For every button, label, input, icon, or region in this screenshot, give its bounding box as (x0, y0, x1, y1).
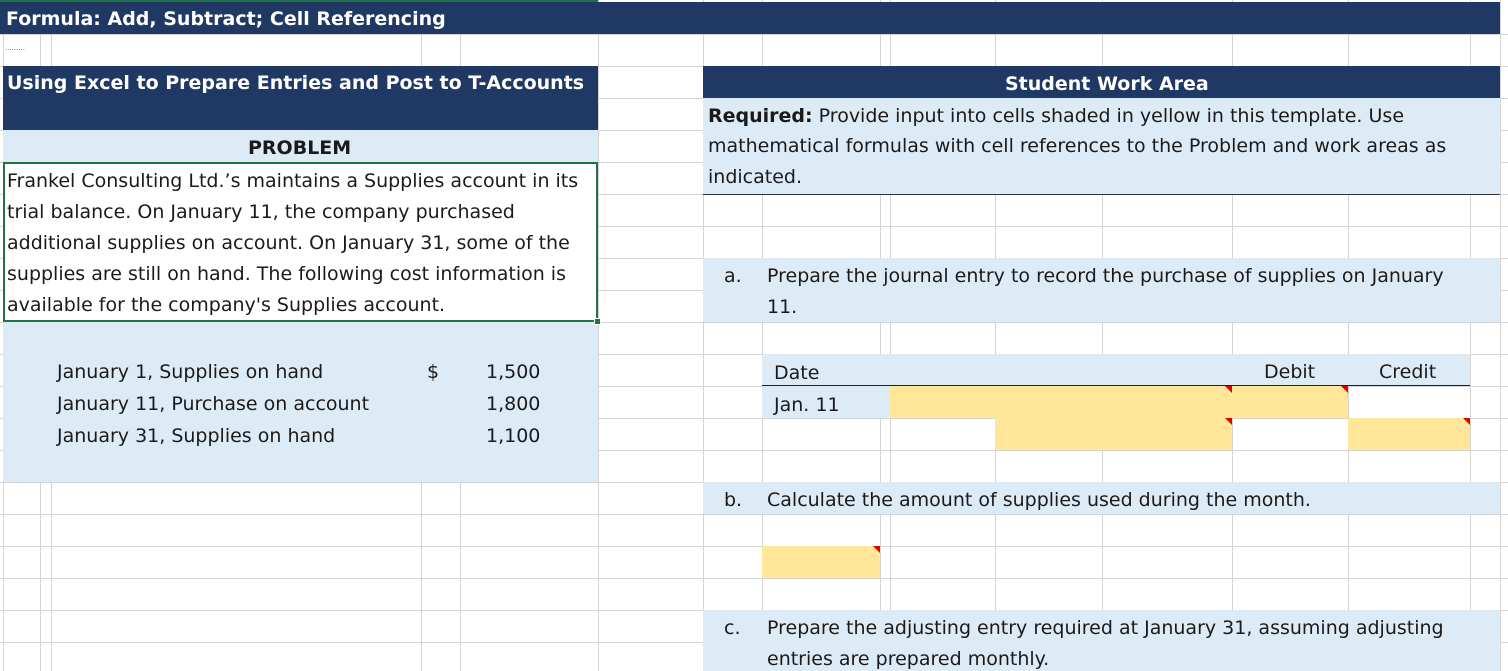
sheet-title-bar[interactable]: Formula: Add, Subtract; Cell Referencing (0, 2, 1500, 34)
required-text: mathematical formulas with cell referenc… (708, 135, 1446, 157)
cost-label: January 1, Supplies on hand (57, 361, 323, 383)
credit-amount-input[interactable] (1348, 418, 1470, 450)
part-c-letter: c. (724, 617, 741, 639)
problem-label: PROBLEM (248, 137, 351, 159)
problem-line: available for the company's Supplies acc… (7, 294, 445, 316)
part-c-text: entries are prepared monthly. (767, 648, 1049, 670)
currency-symbol: $ (427, 361, 439, 383)
journal-credit-header: Credit (1379, 361, 1436, 383)
left-header-title: Using Excel to Prepare Entries and Post … (7, 72, 584, 94)
part-a-letter: a. (724, 265, 742, 287)
part-a-text: 11. (767, 296, 797, 318)
problem-line: additional supplies on account. On Janua… (7, 232, 570, 254)
part-c-text: Prepare the adjusting entry required at … (767, 617, 1444, 639)
required-label: Required: (708, 105, 813, 127)
sheet-title: Formula: Add, Subtract; Cell Referencing (6, 8, 446, 30)
required-text: indicated. (708, 166, 802, 188)
required-underline (703, 194, 1500, 195)
left-header[interactable]: Using Excel to Prepare Entries and Post … (3, 66, 598, 130)
required-line-1: Required: Provide input into cells shade… (708, 105, 1404, 127)
part-b-text: Calculate the amount of supplies used du… (767, 489, 1311, 511)
problem-line: supplies are still on hand. The followin… (7, 263, 566, 285)
cost-value: 1,500 (486, 361, 540, 383)
journal-date-header: Date (774, 362, 819, 384)
required-text: Provide input into cells shaded in yello… (819, 105, 1404, 127)
journal-date-value: Jan. 11 (774, 394, 840, 416)
part-a-text: Prepare the journal entry to record the … (767, 265, 1444, 287)
cost-label: January 31, Supplies on hand (57, 425, 335, 447)
problem-line: trial balance. On January 11, the compan… (7, 201, 515, 223)
right-header[interactable]: Student Work Area (703, 66, 1500, 98)
credit-account-input[interactable] (995, 418, 1232, 450)
journal-debit-header: Debit (1264, 361, 1315, 383)
cost-value: 1,100 (486, 425, 540, 447)
supplies-used-input[interactable] (762, 546, 880, 578)
small-marker: ......... (5, 44, 25, 52)
right-header-title: Student Work Area (1005, 73, 1209, 95)
debit-amount-input[interactable] (1232, 386, 1348, 418)
problem-text-cell[interactable]: Frankel Consulting Ltd.’s maintains a Su… (3, 162, 598, 322)
problem-line: Frankel Consulting Ltd.’s maintains a Su… (7, 170, 578, 192)
journal-header-row (762, 354, 1470, 385)
selection-handle[interactable] (594, 318, 601, 325)
debit-account-input[interactable] (890, 386, 1232, 418)
cost-value: 1,800 (486, 393, 540, 415)
title-cell-accent (0, 0, 598, 2)
cost-label: January 11, Purchase on account (57, 393, 369, 415)
part-b-letter: b. (724, 489, 742, 511)
